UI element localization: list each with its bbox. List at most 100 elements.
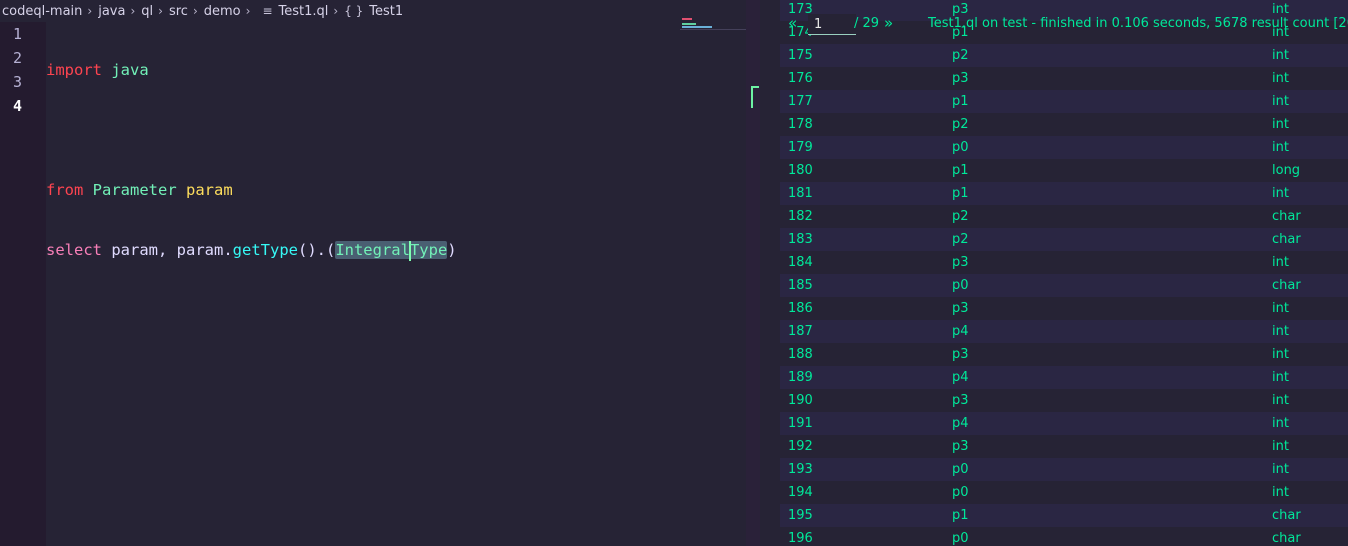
type-cell[interactable]: int [1272,251,1289,274]
table-row[interactable]: 177 p1 int [780,90,1348,113]
parameter-cell[interactable]: p3 [952,389,969,412]
parameter-cell[interactable]: p0 [952,136,969,159]
table-row[interactable]: 175 p2 int [780,44,1348,67]
code-line-4[interactable]: select param, param.getType().(IntegralT… [46,238,746,262]
line-number: 1 [12,25,22,43]
parameter-cell[interactable]: p2 [952,228,969,251]
line-number: 2 [12,49,22,67]
type-cell[interactable]: int [1272,90,1289,113]
parameter-cell[interactable]: p4 [952,366,969,389]
table-row[interactable]: 184 p3 int [780,251,1348,274]
table-row[interactable]: 193 p0 int [780,458,1348,481]
code-text: ().( [297,241,336,259]
row-index-cell: 192 [788,439,813,454]
parameter-cell[interactable]: p4 [952,320,969,343]
code-line-2[interactable] [46,118,746,142]
type-cell[interactable]: char [1272,228,1301,251]
table-row[interactable]: 185 p0 char [780,274,1348,297]
module-name: java [111,61,149,79]
type-cell[interactable]: int [1272,412,1289,435]
type-cell[interactable]: int [1272,458,1289,481]
type-cell[interactable]: int [1272,481,1289,504]
parameter-cell[interactable]: p0 [952,481,969,504]
code-text: param, param. [102,241,233,259]
table-row[interactable]: 189 p4 int [780,366,1348,389]
parameter-cell[interactable]: p3 [952,251,969,274]
line-number-gutter: 1 2 3 4 [0,22,46,546]
table-row[interactable]: 192 p3 int [780,435,1348,458]
code-line-1[interactable]: import java [46,58,746,82]
table-row[interactable]: 195 p1 char [780,504,1348,527]
parameter-cell[interactable]: p1 [952,182,969,205]
parameter-cell[interactable]: p3 [952,297,969,320]
table-row[interactable]: 191 p4 int [780,412,1348,435]
breadcrumb-item-src[interactable]: src [167,4,190,19]
next-page-button[interactable]: » [884,14,893,32]
row-index-cell: 196 [788,531,813,546]
parameter-cell[interactable]: p3 [952,435,969,458]
minimap[interactable] [680,18,746,32]
breadcrumb-item-ql[interactable]: ql [139,4,155,19]
breadcrumb-item-demo[interactable]: demo [202,4,243,19]
breadcrumb-item-codeql-main[interactable]: codeql-main [0,4,84,19]
table-row[interactable]: 187 p4 int [780,320,1348,343]
table-row[interactable]: 188 p3 int [780,343,1348,366]
type-cell[interactable]: int [1272,389,1289,412]
parameter-cell[interactable]: p0 [952,274,969,297]
table-row[interactable]: 196 p0 char [780,527,1348,546]
parameter-cell[interactable]: p1 [952,90,969,113]
type-cell[interactable]: char [1272,504,1301,527]
type-cell[interactable]: int [1272,113,1289,136]
type-cell[interactable]: long [1272,159,1300,182]
parameter-cell[interactable]: p2 [952,113,969,136]
code-editor[interactable]: codeql-main › java › ql › src › demo › ≡… [0,0,760,546]
type-cell[interactable]: int [1272,366,1289,389]
parameter-cell[interactable]: p3 [952,67,969,90]
type-cell[interactable]: int [1272,136,1289,159]
parameter-cell[interactable]: p3 [952,343,969,366]
previous-page-button[interactable]: « [788,14,797,32]
row-index-cell: 184 [788,255,813,270]
table-row[interactable]: 186 p3 int [780,297,1348,320]
type-cell[interactable]: char [1272,274,1301,297]
parameter-cell[interactable]: p0 [952,458,969,481]
chevron-right-icon: › [192,4,198,18]
parameter-cell[interactable]: p4 [952,412,969,435]
parameter-cell[interactable]: p2 [952,205,969,228]
table-row[interactable]: 182 p2 char [780,205,1348,228]
table-row[interactable]: 190 p3 int [780,389,1348,412]
parameter-cell[interactable]: p1 [952,504,969,527]
table-row[interactable]: 180 p1 long [780,159,1348,182]
code-text-area[interactable]: import java from Parameter param select … [46,22,746,298]
type-cell[interactable]: int [1272,435,1289,458]
type-cell[interactable]: int [1272,182,1289,205]
code-line-3[interactable]: from Parameter param [46,178,746,202]
type-cell[interactable]: int [1272,297,1289,320]
type-cell[interactable]: int [1272,67,1289,90]
row-index-cell: 175 [788,48,813,63]
row-index-cell: 182 [788,209,813,224]
parameter-cell[interactable]: p2 [952,44,969,67]
table-row[interactable]: 181 p1 int [780,182,1348,205]
type-cell[interactable]: int [1272,320,1289,343]
parameter-cell[interactable]: p0 [952,527,969,546]
table-row[interactable]: 178 p2 int [780,113,1348,136]
row-index-cell: 181 [788,186,813,201]
table-row[interactable]: 194 p0 int [780,481,1348,504]
table-row[interactable]: 176 p3 int [780,67,1348,90]
page-number-input[interactable] [808,14,856,35]
parameter-cell[interactable]: p1 [952,159,969,182]
type-cell[interactable]: int [1272,343,1289,366]
table-row[interactable]: 183 p2 char [780,228,1348,251]
row-index-cell: 180 [788,163,813,178]
type-cell[interactable]: char [1272,205,1301,228]
editor-scrollbar[interactable] [746,0,760,546]
type-cell[interactable]: char [1272,527,1301,546]
breadcrumb-symbol[interactable]: Test1 [367,4,405,19]
type-cell[interactable]: int [1272,44,1289,67]
breadcrumb-file[interactable]: Test1.ql [277,4,331,19]
results-table: 173 p3 int 174 p1 int 175 p2 int 176 p3 int 177 p1 int… [780,0,1348,546]
chevron-right-icon: › [158,4,163,18]
breadcrumb-item-java[interactable]: java [96,4,127,19]
table-row[interactable]: 179 p0 int [780,136,1348,159]
